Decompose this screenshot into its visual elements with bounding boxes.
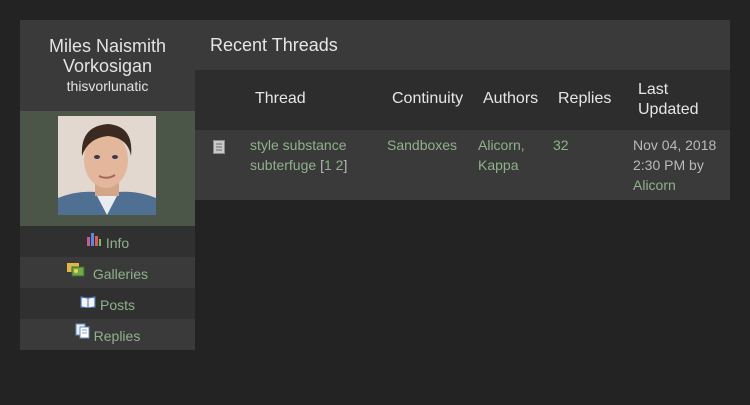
thread-cell: style substance subterfuge [1 2]: [250, 135, 370, 175]
avatar[interactable]: [58, 116, 156, 215]
page-bracket-close: ]: [343, 157, 348, 173]
column-header-continuity: Continuity: [392, 90, 464, 107]
sidebar-item-info[interactable]: Info: [20, 226, 195, 257]
sidebar-item-label: Info: [105, 235, 130, 251]
authors-cell: Alicorn, Kappa: [478, 135, 525, 175]
column-header-updated: Updated: [638, 101, 699, 118]
last-updated-author-link[interactable]: Alicorn: [633, 177, 676, 193]
pages-icon: [75, 319, 90, 350]
replies-count-link[interactable]: 32: [553, 137, 569, 153]
sidebar-item-label: Posts: [99, 297, 135, 313]
last-updated-cell: Nov 04, 2018 2:30 PM by Alicorn: [633, 135, 716, 195]
last-updated-date: Nov 04, 2018: [633, 137, 717, 153]
continuity-cell: Sandboxes: [387, 135, 457, 155]
replies-cell: 32: [553, 135, 569, 155]
recent-threads-panel: Recent Threads Thread Continuity Authors…: [195, 20, 730, 200]
profile-sidebar: Miles Naismith Vorkosigan thisvorlunatic: [20, 20, 195, 350]
sidebar-item-label: Replies: [93, 328, 141, 344]
thread-icon[interactable]: [213, 139, 225, 159]
column-header-replies: Replies: [558, 90, 612, 107]
profile-full-name: Miles Naismith Vorkosigan: [48, 36, 167, 76]
sidebar-item-galleries[interactable]: Galleries: [20, 257, 195, 288]
profile-name-block: Miles Naismith Vorkosigan thisvorlunatic: [20, 20, 195, 111]
chart-icon: [86, 226, 102, 257]
author-link[interactable]: Alicorn,: [478, 137, 525, 153]
column-header-authors: Authors: [483, 90, 539, 107]
avatar-frame: [20, 111, 195, 226]
page-link-1[interactable]: 1: [324, 157, 332, 173]
sidebar-item-posts[interactable]: Posts: [20, 288, 195, 319]
last-updated-time: 2:30 PM by: [633, 157, 704, 173]
column-header-last-updated: Last Updated: [638, 80, 699, 120]
column-header-last: Last: [638, 81, 669, 98]
continuity-link[interactable]: Sandboxes: [387, 137, 457, 153]
thread-title-link[interactable]: style substance subterfuge: [250, 137, 347, 173]
sidebar-item-replies[interactable]: Replies: [20, 319, 195, 350]
author-link[interactable]: Kappa: [478, 157, 518, 173]
sidebar-item-label: Galleries: [92, 266, 149, 282]
table-row: style substance subterfuge [1 2] Sandbox…: [195, 130, 730, 200]
table-header: Thread Continuity Authors Replies Last U…: [195, 70, 730, 130]
column-header-thread: Thread: [255, 90, 306, 107]
gallery-icon: [66, 257, 85, 288]
page-title: Recent Threads: [195, 20, 730, 70]
book-icon: [80, 288, 96, 319]
profile-username: thisvorlunatic: [66, 78, 149, 94]
